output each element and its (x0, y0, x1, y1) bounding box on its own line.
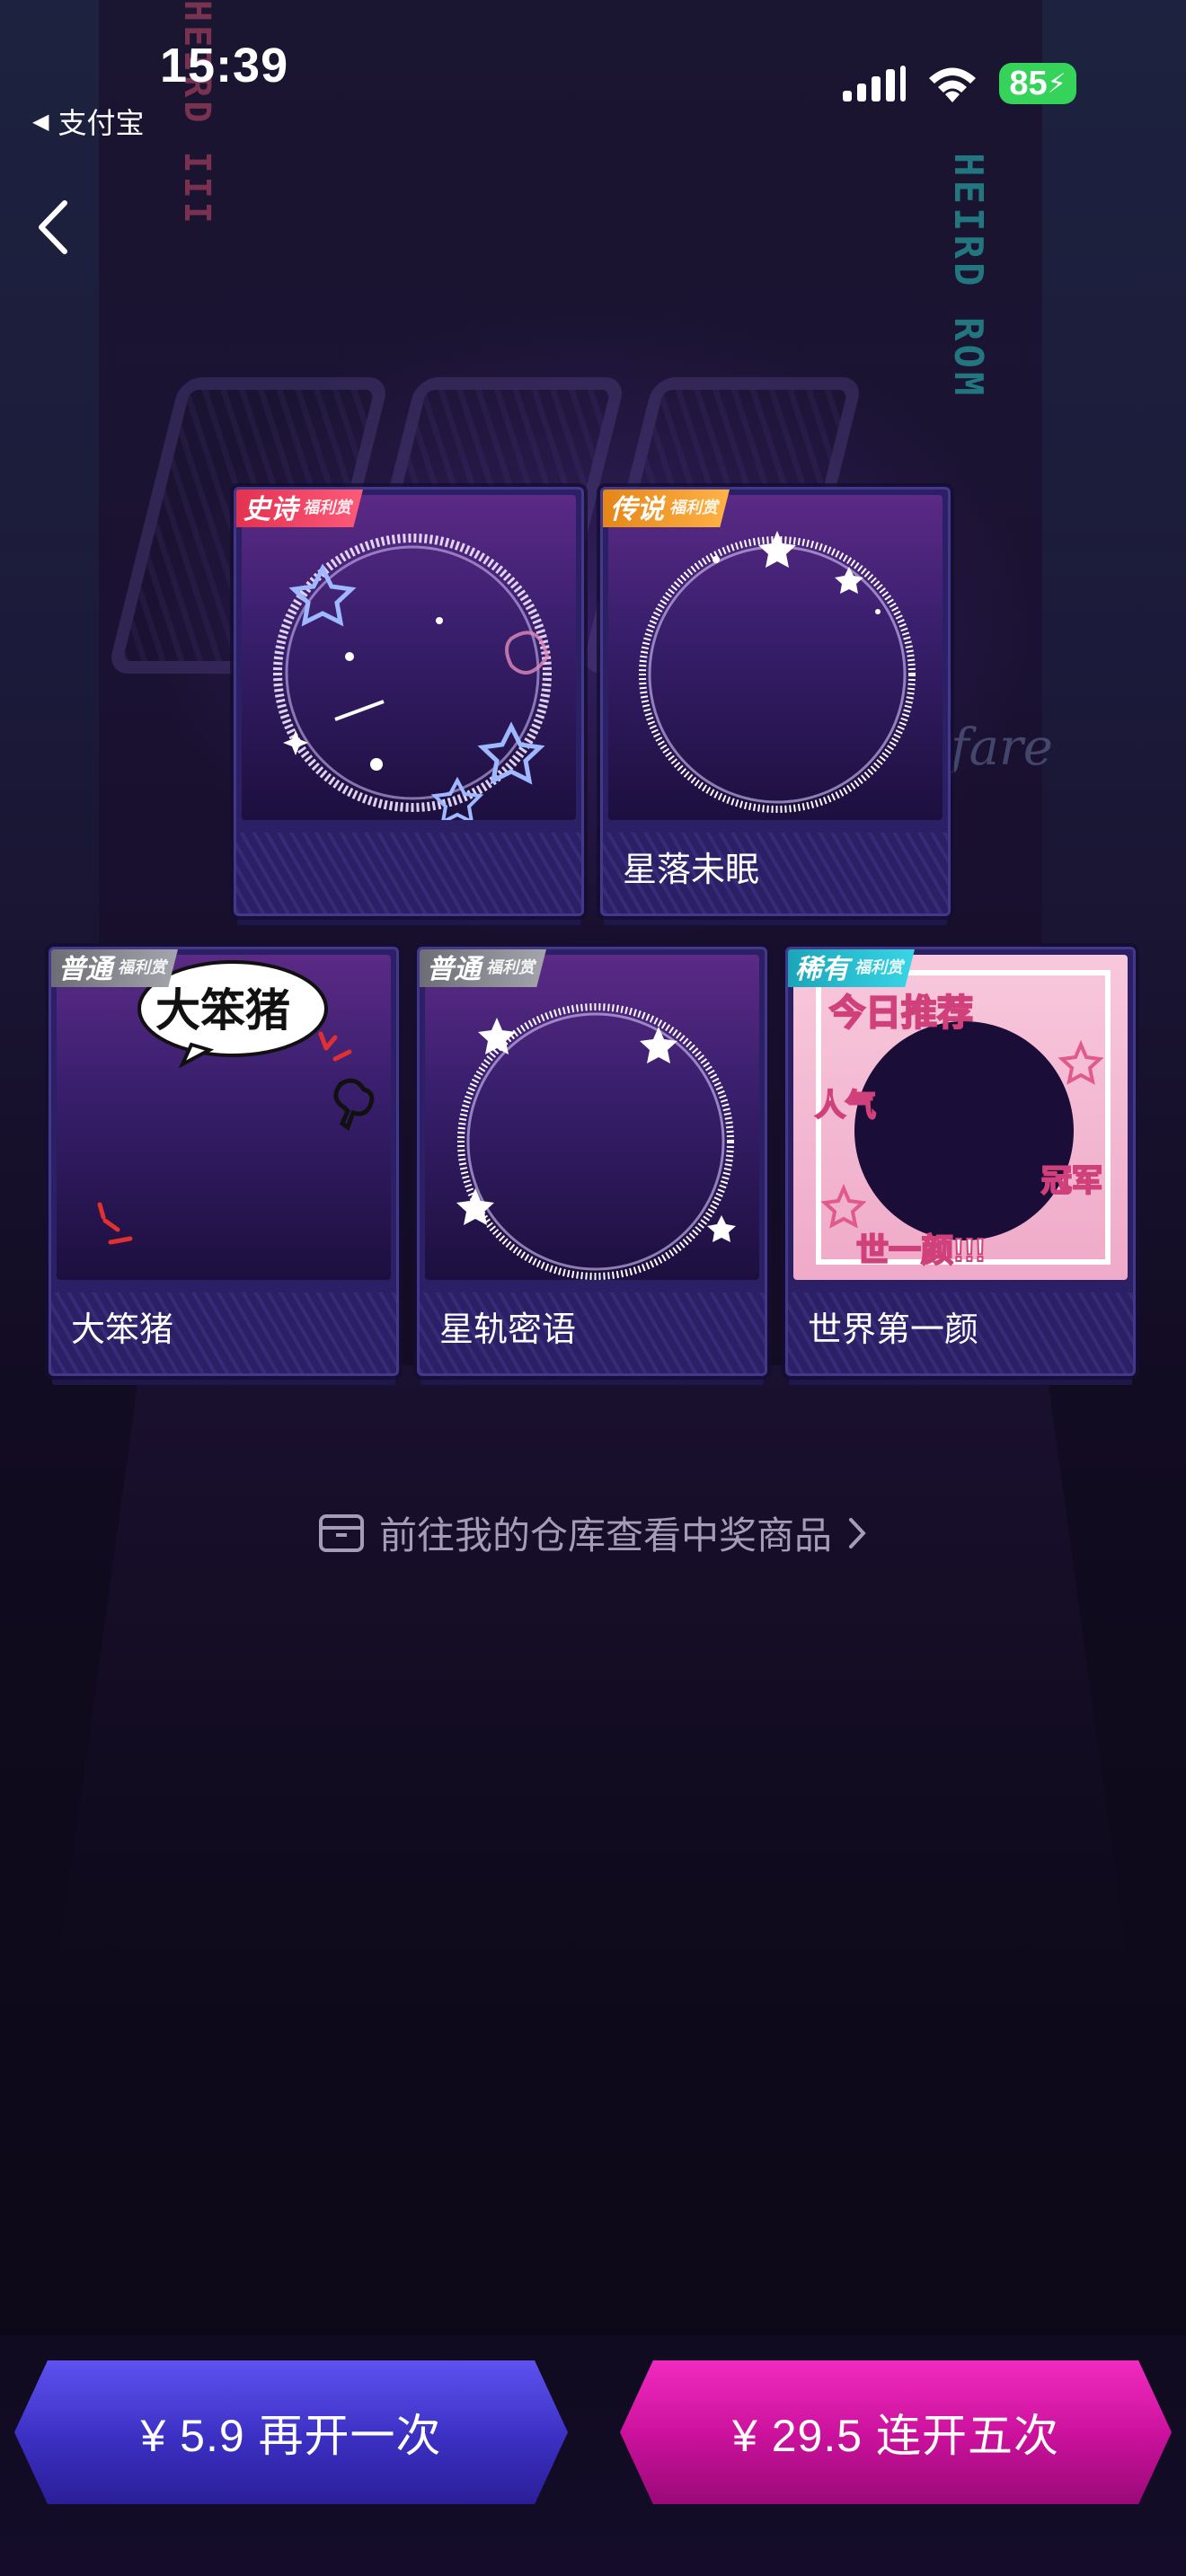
open-five-button[interactable]: ¥ 29.5 连开五次 (620, 2360, 1172, 2504)
background-script: lfare (934, 719, 1053, 777)
warehouse-link-label: 前往我的仓库查看中奖商品 (378, 1514, 832, 1557)
avatar-frame-art: 今日推荐 人气 冠军 世一颜!!! (793, 955, 1128, 1280)
rarity-tag-legend: 传说 福利赏 (603, 490, 730, 527)
prize-name: 星轨密语 (439, 1311, 577, 1349)
frame-text-recommend: 今日推荐 (828, 992, 974, 1034)
rarity-tag-normal: 普通 福利赏 (420, 949, 547, 987)
rarity-tag-normal: 普通 福利赏 (51, 949, 179, 987)
back-chevron-icon[interactable] (27, 196, 81, 259)
status-time: 15:39 (160, 39, 289, 93)
neon-sign-right: HEIRD ROM (945, 153, 991, 400)
avatar-frame-art: 大笨猪 (57, 955, 391, 1280)
prize-card-normal-1[interactable]: 普通 福利赏 大笨猪 大笨猪 (49, 947, 399, 1376)
back-app-label: 支付宝 (58, 107, 145, 139)
charging-bolt-icon: ⚡ (1047, 68, 1067, 99)
avatar-frame-art (425, 955, 759, 1280)
neon-sign-left: HEIRD III (176, 0, 217, 227)
frame-text-champion: 冠军 (1040, 1163, 1103, 1199)
prize-card-normal-2[interactable]: 普通 福利赏 星轨密语 (417, 947, 767, 1376)
warehouse-link[interactable]: 前往我的仓库查看中奖商品 (0, 1505, 1186, 1560)
prize-card-legend[interactable]: 传说 福利赏 星落未眠 (600, 487, 951, 916)
cellular-signal-icon (843, 66, 906, 101)
background-floor (54, 1365, 1132, 1994)
status-back-to-app[interactable]: ◀ 支付宝 (32, 101, 144, 142)
prize-name: 星落未眠 (623, 851, 760, 889)
battery-level: 85 (1009, 64, 1048, 102)
wifi-icon (929, 67, 976, 102)
avatar-frame-art (608, 495, 943, 820)
rarity-tag-epic: 史诗 福利赏 (236, 490, 364, 527)
back-triangle-icon: ◀ (32, 109, 49, 134)
frame-text-popular: 人气 (814, 1088, 877, 1124)
prize-card-epic[interactable]: 史诗 福利赏 (234, 487, 584, 916)
card-footer (236, 833, 581, 913)
avatar-frame-art (242, 495, 576, 820)
prize-name: 世界第一颜 (808, 1311, 979, 1349)
frame-text-best-face: 世一颜!!! (855, 1231, 987, 1269)
status-indicators: 85 ⚡ (843, 63, 1076, 104)
chevron-right-icon (849, 1517, 866, 1548)
box-icon (318, 1513, 364, 1552)
prize-card-rare[interactable]: 稀有 福利赏 今日推荐 人气 冠军 世一颜!!! 世界第一颜 (785, 947, 1136, 1376)
open-again-button[interactable]: ¥ 5.9 再开一次 (14, 2360, 568, 2504)
prize-name: 大笨猪 (71, 1311, 174, 1349)
bubble-text: 大笨猪 (155, 985, 290, 1036)
battery-indicator: 85 ⚡ (999, 63, 1076, 104)
rarity-tag-rare: 稀有 福利赏 (788, 949, 916, 987)
